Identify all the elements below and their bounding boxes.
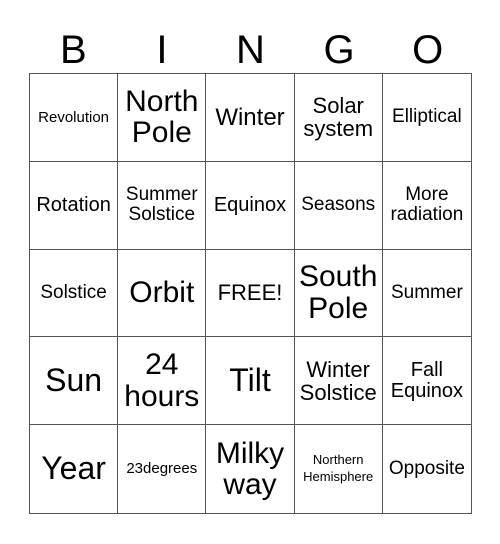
bingo-cell-text: Solstice xyxy=(40,282,107,304)
bingo-cell[interactable]: Summer xyxy=(382,250,471,338)
bingo-cell[interactable]: Milky way xyxy=(206,425,295,513)
bingo-cell[interactable]: Orbit xyxy=(118,249,207,338)
bingo-cell[interactable]: North Pole xyxy=(118,74,207,162)
bingo-cell-text: South Pole xyxy=(298,260,378,325)
bingo-cell[interactable]: Winter xyxy=(206,74,295,162)
bingo-cell-text: Summer xyxy=(390,282,463,304)
bingo-cell[interactable]: Opposite xyxy=(383,425,471,513)
bingo-cell-text: Milky way xyxy=(215,436,285,502)
bingo-cell-text: FREE! xyxy=(217,280,283,306)
bingo-grid: Revolution North Pole Winter Solar system El… xyxy=(29,73,472,514)
bingo-cell-text: Summer Solstice xyxy=(125,184,198,226)
bingo-cell-free[interactable]: FREE! xyxy=(206,249,295,338)
bingo-cell-text: Revolution xyxy=(38,108,110,126)
bingo-cell[interactable]: Fall Equinox xyxy=(382,337,471,426)
header-letter-b: B xyxy=(59,28,87,72)
bingo-cell-text: 24 hours xyxy=(124,348,200,413)
bingo-cell[interactable]: 24 hours xyxy=(118,337,207,426)
bingo-cell[interactable]: Seasons xyxy=(294,161,383,250)
bingo-header: B I N G O xyxy=(29,28,472,72)
bingo-cell[interactable]: Year xyxy=(30,425,119,513)
bingo-cell[interactable]: Solstice xyxy=(30,249,119,338)
bingo-cell-text: North Pole xyxy=(125,84,199,150)
bingo-cell-text: Tilt xyxy=(229,361,271,398)
bingo-cell[interactable]: Northern Hemisphere xyxy=(295,425,383,513)
bingo-cell[interactable]: Summer Solstice xyxy=(118,161,207,250)
bingo-cell-text: Fall Equinox xyxy=(390,358,464,402)
header-letter-o: O xyxy=(412,28,444,72)
bingo-cell[interactable]: Revolution xyxy=(30,74,119,162)
bingo-cell-text: Seasons xyxy=(301,194,376,216)
bingo-cell-text: Year xyxy=(41,450,106,487)
bingo-cell[interactable]: More radiation xyxy=(382,162,471,250)
bingo-cell-text: More radiation xyxy=(390,184,464,226)
bingo-cell-text: Winter xyxy=(215,103,285,131)
bingo-cell[interactable]: 23degrees xyxy=(118,425,207,513)
bingo-cell-text: Winter Solstice xyxy=(299,356,377,405)
bingo-cell[interactable]: Solar system xyxy=(294,74,383,162)
bingo-cell[interactable]: Tilt xyxy=(206,337,295,426)
bingo-cell-text: Opposite xyxy=(388,458,465,480)
bingo-cell-text: Northern Hemisphere xyxy=(303,452,374,485)
bingo-cell-text: Equinox xyxy=(213,193,287,216)
bingo-cell[interactable]: Sun xyxy=(30,337,119,426)
bingo-cell[interactable]: Rotation xyxy=(30,161,119,250)
bingo-cell[interactable]: Elliptical xyxy=(382,74,471,162)
header-letter-g: G xyxy=(323,28,355,72)
bingo-cell-text: Elliptical xyxy=(392,106,462,128)
bingo-cell[interactable]: South Pole xyxy=(294,249,383,338)
header-letter-i: I xyxy=(156,28,168,72)
bingo-cell[interactable]: Winter Solstice xyxy=(294,337,383,426)
bingo-cell-text: Orbit xyxy=(129,276,195,310)
bingo-cell-text: 23degrees xyxy=(126,460,198,478)
bingo-cell-text: Rotation xyxy=(36,193,111,216)
bingo-cell[interactable]: Equinox xyxy=(206,161,295,250)
bingo-cell-text: Solar system xyxy=(303,93,374,142)
bingo-cell-text: Sun xyxy=(45,361,103,398)
header-letter-n: N xyxy=(236,28,265,72)
